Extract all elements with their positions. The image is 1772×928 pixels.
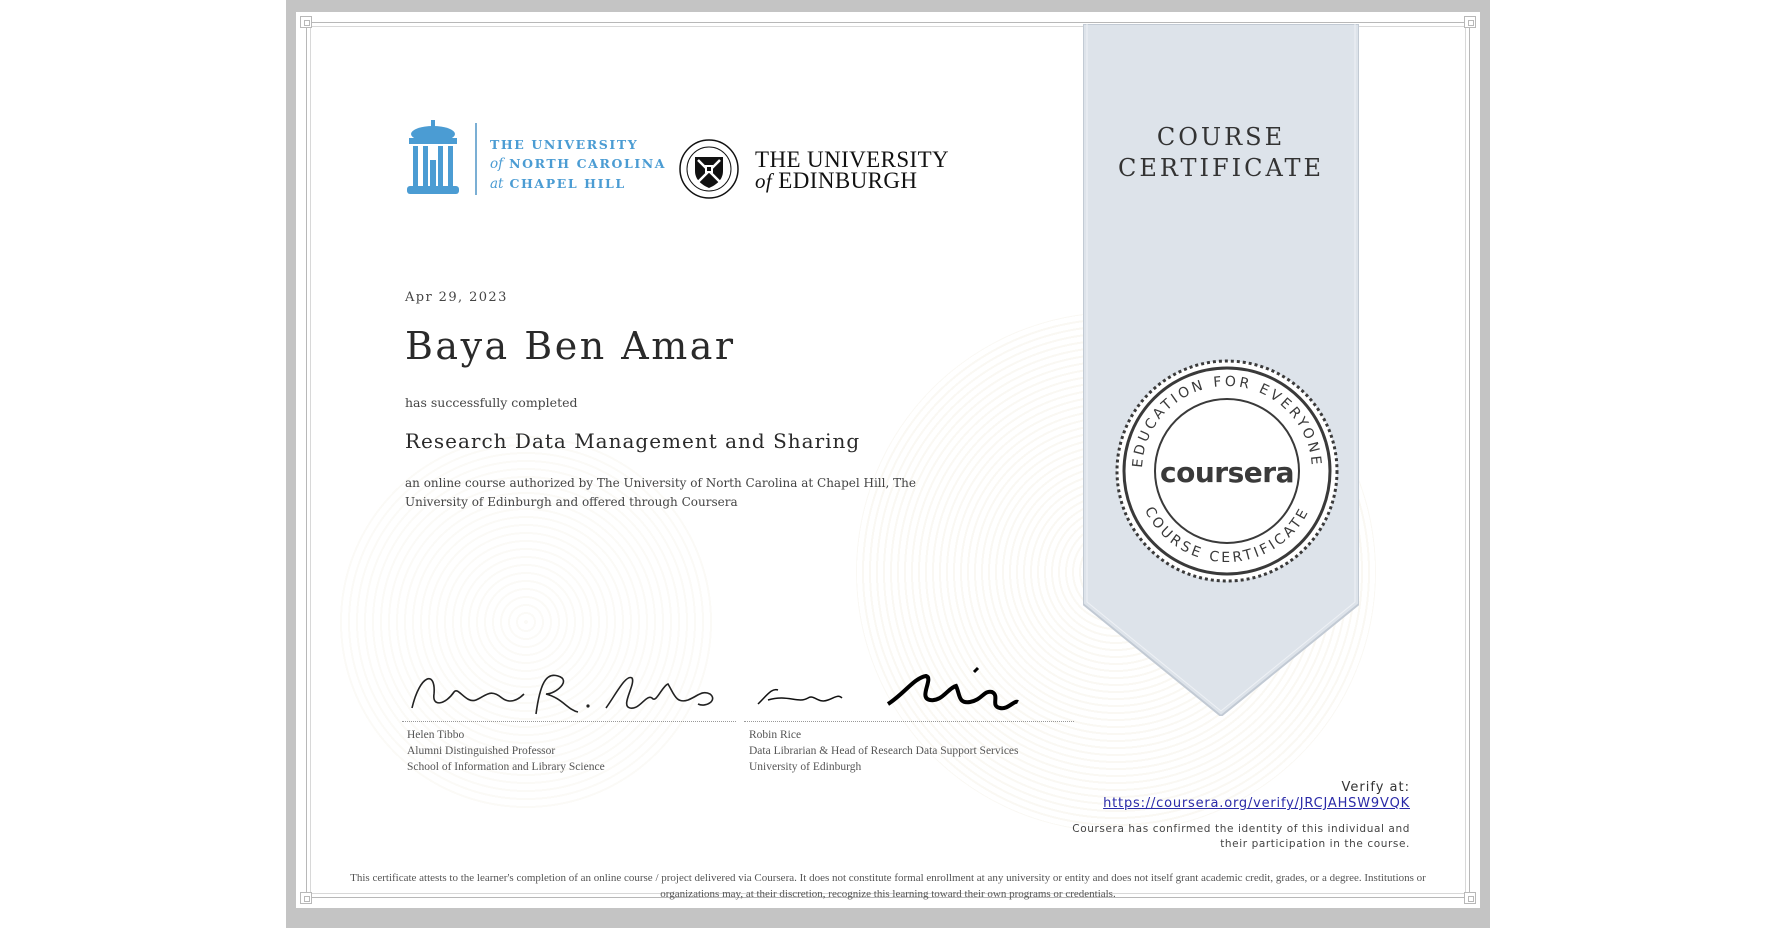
ribbon-title: COURSE CERTIFICATE: [1117, 123, 1325, 182]
signature-line-2: [744, 721, 1074, 722]
verify-block: Verify at: https://coursera.org/verify/J…: [1103, 780, 1410, 811]
corner-ornament-br: [1464, 892, 1476, 904]
logo-divider: [475, 123, 477, 195]
course-description: an online course authorized by The Unive…: [405, 476, 916, 509]
unc-old-well-logo: [407, 120, 459, 194]
corner-ornament-tl: [300, 16, 312, 28]
completed-label: has successfully completed: [405, 395, 578, 410]
coursera-wordmark: coursera: [1160, 456, 1294, 489]
signature-robin-rice: [738, 664, 1068, 722]
signatory-2: Robin Rice Data Librarian & Head of Rese…: [749, 729, 1019, 773]
certificate-sheet: COURSE CERTIFICATE EDUCATION FOR EVERYON…: [286, 0, 1490, 928]
coursera-seal: EDUCATION FOR EVERYONE COURSE CERTIFICAT…: [1115, 359, 1339, 583]
completion-date: Apr 29, 2023: [405, 290, 508, 305]
certificate-page: COURSE CERTIFICATE EDUCATION FOR EVERYON…: [296, 12, 1480, 908]
signature-helen-tibbo: [406, 664, 736, 722]
corner-ornament-bl: [300, 892, 312, 904]
signature-line-1: [402, 721, 736, 722]
course-title: Research Data Management and Sharing: [405, 429, 861, 453]
verify-label: Verify at:: [1341, 780, 1410, 795]
unc-wordmark: THE UNIVERSITY of NORTH CAROLINA at CHAP…: [490, 137, 667, 192]
certificate-disclaimer: This certificate attests to the learner'…: [350, 872, 1426, 900]
corner-ornament-tr: [1464, 16, 1476, 28]
edinburgh-crest-icon: [679, 139, 739, 199]
learner-name: Baya Ben Amar: [405, 324, 736, 368]
edinburgh-wordmark: THE UNIVERSITY of EDINBURGH: [755, 147, 950, 193]
identity-note: Coursera has confirmed the identity of t…: [1072, 823, 1410, 850]
verify-link[interactable]: https://coursera.org/verify/JRCJAHSW9VQK: [1103, 796, 1410, 811]
signatory-1: Helen Tibbo Alumni Distinguished Profess…: [407, 729, 605, 773]
